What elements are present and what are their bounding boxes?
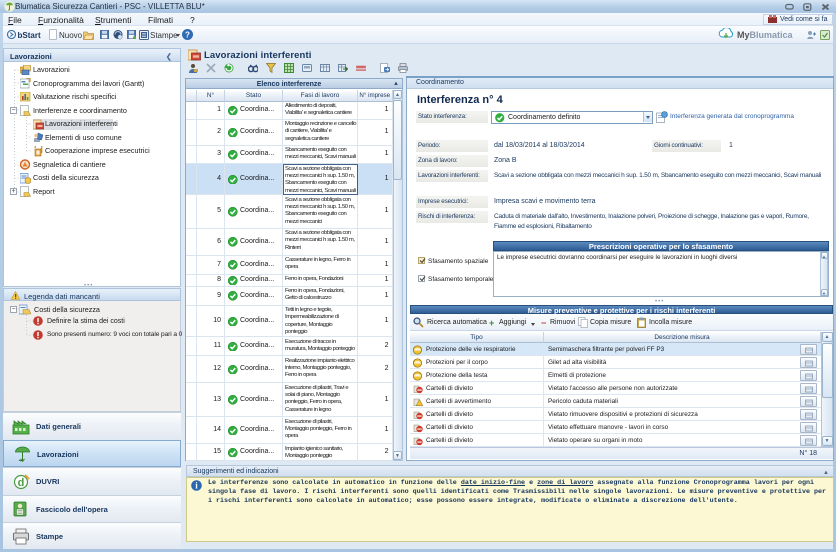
svg-text:d: d [18,477,25,489]
svg-text:?: ? [185,31,190,40]
